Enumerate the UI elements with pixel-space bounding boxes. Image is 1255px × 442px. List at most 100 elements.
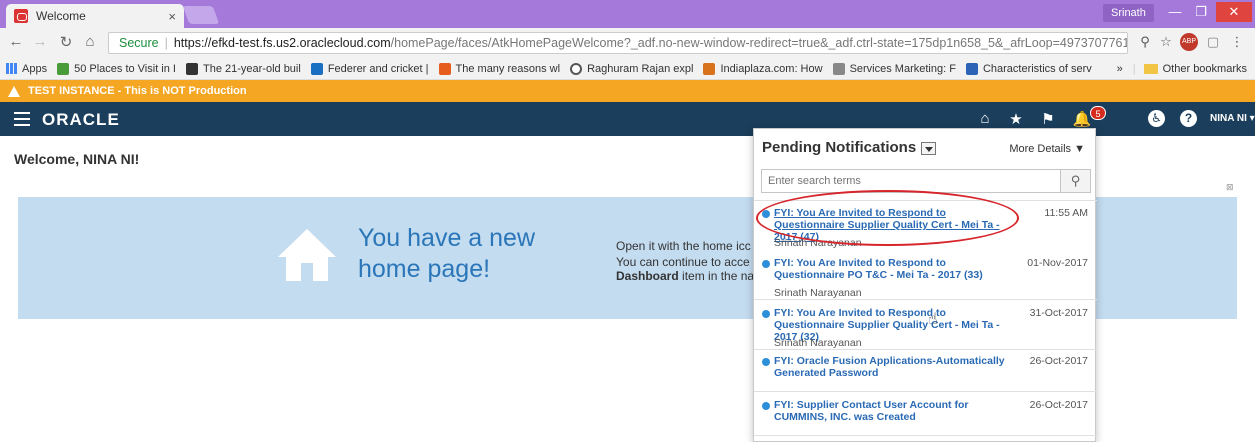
bookmark-label: Indiaplaza.com: How — [720, 62, 823, 75]
bookmark-star-icon[interactable]: ☆ — [1157, 33, 1175, 51]
notification-title[interactable]: FYI: Oracle Fusion Applications-Automati… — [774, 355, 1014, 379]
divider — [754, 299, 1097, 300]
minimize-icon[interactable]: — — [1162, 2, 1188, 22]
menu-kebab-icon[interactable]: ⋮ — [1228, 33, 1246, 51]
home-page-icon — [278, 229, 336, 281]
apps-icon — [6, 63, 17, 74]
notification-date: 01-Nov-2017 — [1027, 257, 1088, 269]
browser-toolbar: ← → ↻ ⌂ Secure | https://efkd-test.fs.us… — [0, 28, 1255, 58]
bookmark-favicon-icon — [57, 62, 70, 75]
extension-icon[interactable]: ▢ — [1204, 33, 1222, 51]
oracle-logo: ORACLE — [42, 110, 120, 129]
user-menu[interactable]: NINA NI ▾ — [1210, 113, 1255, 124]
unread-dot-icon — [762, 260, 770, 268]
warning-icon — [8, 85, 20, 97]
bookmark-item[interactable]: Indiaplaza.com: How — [703, 62, 823, 75]
reload-icon[interactable]: ↻ — [56, 33, 76, 51]
bookmark-item[interactable]: 50 Places to Visit in I — [57, 62, 176, 75]
home-icon[interactable]: ⌂ — [80, 33, 100, 50]
hero-line-2: You can continue to acce — [616, 255, 750, 269]
notification-date: 11:55 AM — [1044, 207, 1088, 219]
hero-title: You have a new home page! — [358, 224, 536, 283]
banner-text: TEST INSTANCE - This is NOT Production — [28, 85, 247, 97]
extension-pin-icon[interactable]: ⚲ — [1136, 33, 1154, 51]
bookmarks-bar: Apps 50 Places to Visit in I The 21-year… — [0, 58, 1255, 80]
address-separator: | — [164, 36, 168, 50]
favorites-star-icon[interactable]: ★ — [1006, 110, 1026, 128]
hero-line-1: Open it with the home icc — [616, 239, 751, 253]
search-icon[interactable]: ⚲ — [1060, 170, 1090, 192]
bookmark-label: Characteristics of serv — [982, 62, 1092, 75]
search-input[interactable] — [762, 170, 1042, 192]
bookmark-favicon-icon — [310, 62, 323, 75]
watchlist-flag-icon[interactable]: ⚑ — [1038, 110, 1058, 128]
search-box: ⚲ — [761, 169, 1091, 193]
google-icon — [570, 62, 583, 75]
bookmarks-right: » | Other bookmarks — [1117, 58, 1247, 79]
bookmark-label: Federer and cricket | — [327, 62, 429, 75]
bookmark-label: The many reasons wl — [455, 62, 561, 75]
bookmark-label: Raghuram Rajan expl — [587, 62, 694, 75]
notification-date: 31-Oct-2017 — [1029, 307, 1088, 319]
bookmark-item[interactable]: Services Marketing: F — [832, 62, 956, 75]
window-user-badge[interactable]: Srinath — [1103, 4, 1154, 22]
tab-close-icon[interactable]: × — [168, 9, 176, 24]
bookmark-item[interactable]: The many reasons wl — [438, 62, 561, 75]
bookmark-favicon-icon — [965, 62, 978, 75]
filter-dropdown-icon[interactable] — [921, 141, 937, 155]
bookmark-favicon-icon — [185, 62, 198, 75]
bookmark-label: The 21-year-old buil — [202, 62, 301, 75]
back-icon[interactable]: ← — [6, 33, 26, 50]
bookmark-item[interactable]: The 21-year-old buil — [185, 62, 301, 75]
adblock-icon[interactable]: ABP — [1180, 33, 1198, 51]
close-region-icon[interactable]: ⊠ — [1226, 182, 1234, 193]
hero-line-3: item in the na — [678, 269, 755, 283]
notifications-popup: Pending Notifications More Details ▼ ⚲ F… — [753, 128, 1097, 442]
folder-icon — [1143, 64, 1158, 74]
new-tab-button[interactable] — [182, 6, 220, 24]
divider — [754, 391, 1097, 392]
other-bookmarks[interactable]: Other bookmarks — [1163, 63, 1247, 75]
address-bar[interactable]: Secure | https://efkd-test.fs.us2.oracle… — [108, 32, 1128, 54]
notification-sender: Srinath Narayanan — [774, 287, 862, 299]
bookmark-item[interactable]: Characteristics of serv — [965, 62, 1092, 75]
forward-icon[interactable]: → — [30, 33, 50, 50]
notification-sender: Srinath Narayanan — [774, 337, 862, 349]
bookmark-item[interactable]: Raghuram Rajan expl — [570, 62, 694, 75]
bookmark-item[interactable]: Federer and cricket | — [310, 62, 429, 75]
bookmark-favicon-icon — [703, 62, 716, 75]
popup-title-row: Pending Notifications — [762, 139, 937, 156]
bookmark-label: Apps — [22, 62, 48, 75]
unread-dot-icon — [762, 402, 770, 410]
dashboard-text: Dashboard — [616, 269, 679, 283]
page-title: Welcome, NINA NI! — [14, 151, 140, 167]
notification-title[interactable]: FYI: Supplier Contact User Account for C… — [774, 399, 1014, 423]
divider — [754, 349, 1097, 350]
popup-title: Pending Notifications — [762, 139, 917, 156]
accessibility-icon[interactable]: ♿ — [1148, 110, 1165, 127]
home-nav-icon[interactable]: ⌂ — [975, 110, 995, 127]
url-host: https://efkd-test.fs.us2.oraclecloud.com — [173, 36, 391, 50]
divider — [754, 435, 1097, 436]
secure-label: Secure — [119, 36, 159, 50]
hand-cursor-icon: ☝ — [928, 311, 938, 328]
browser-tab-strip: Welcome × Srinath — ❐ ✕ — [0, 0, 1255, 28]
unread-dot-icon — [762, 358, 770, 366]
tab-title: Welcome — [36, 9, 86, 23]
test-instance-banner: TEST INSTANCE - This is NOT Production — [0, 80, 1255, 102]
window-close-icon[interactable]: ✕ — [1216, 2, 1252, 22]
bookmarks-overflow[interactable]: » — [1117, 63, 1123, 75]
notification-date: 26-Oct-2017 — [1029, 355, 1088, 367]
navigator-menu-icon[interactable] — [14, 112, 30, 126]
bookmarks-separator: | — [1132, 63, 1136, 75]
notification-title[interactable]: FYI: You Are Invited to Respond to Quest… — [774, 257, 1014, 281]
browser-tab[interactable]: Welcome × — [6, 4, 184, 28]
url-path: /homePage/faces/AtkHomePageWelcome?_adf.… — [390, 36, 1128, 50]
bookmark-favicon-icon — [438, 62, 451, 75]
notifications-bell-icon[interactable]: 🔔 — [1072, 110, 1092, 128]
restore-icon[interactable]: ❐ — [1188, 2, 1214, 22]
apps-grid-icon[interactable]: Apps — [6, 63, 47, 75]
more-details-link[interactable]: More Details ▼ — [1009, 143, 1085, 155]
help-icon[interactable]: ? — [1180, 110, 1197, 127]
bookmark-label: 50 Places to Visit in I — [74, 62, 176, 75]
